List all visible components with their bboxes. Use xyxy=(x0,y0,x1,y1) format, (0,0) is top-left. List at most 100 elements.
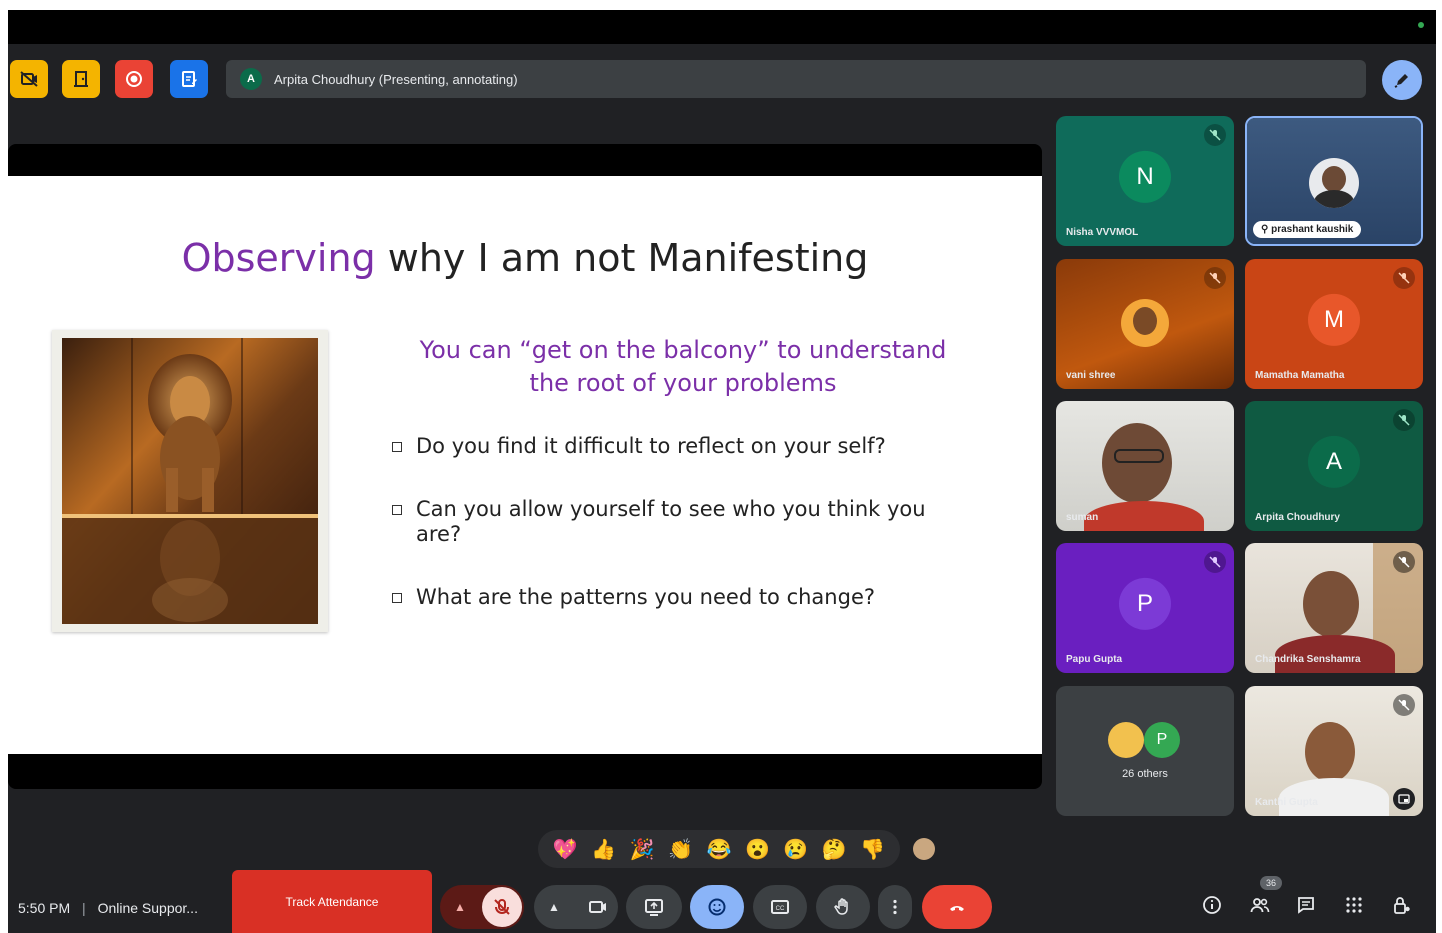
participant-photo xyxy=(1121,299,1169,347)
participant-avatar: P xyxy=(1119,577,1171,630)
checkbox-bullet-icon xyxy=(392,505,402,515)
participant-name: Arpita Choudhury xyxy=(1255,512,1340,523)
mic-toggle-button[interactable] xyxy=(482,887,522,927)
raise-hand-button[interactable] xyxy=(816,885,870,929)
presenter-bar[interactable]: A Arpita Choudhury (Presenting, annotati… xyxy=(226,60,1366,98)
slide-title-rest: why I am not Manifesting xyxy=(375,236,869,280)
host-controls-button[interactable] xyxy=(1389,892,1415,918)
other-avatar-initial: P xyxy=(1144,722,1180,758)
participant-face xyxy=(1102,423,1172,503)
pip-icon[interactable] xyxy=(1393,788,1415,810)
subtitle-line-1: You can “get on the balcony” to understa… xyxy=(419,336,947,364)
reaction-thumbs-down[interactable]: 👎 xyxy=(860,837,885,862)
presenter-text: Arpita Choudhury (Presenting, annotating… xyxy=(274,71,518,87)
mic-off-icon xyxy=(1204,124,1226,146)
participant-tile[interactable]: M Mamatha Mamatha xyxy=(1245,259,1423,389)
others-count: 26 others xyxy=(1122,768,1168,780)
chat-icon xyxy=(1298,897,1314,914)
reaction-surprise[interactable]: 😮 xyxy=(745,837,770,862)
track-attendance-button[interactable]: Track Attendance xyxy=(232,870,432,933)
meeting-title: Online Suppor... xyxy=(97,900,198,916)
clock-time: 5:50 PM xyxy=(18,900,71,916)
slide: Observing why I am not Manifesting You c… xyxy=(8,176,1042,754)
separator: | xyxy=(82,900,86,916)
participant-tile[interactable]: A Arpita Choudhury xyxy=(1245,401,1423,531)
end-call-icon xyxy=(950,906,964,911)
record-icon xyxy=(126,71,142,87)
skin-tone-button[interactable] xyxy=(913,838,935,860)
participant-name: Kanthi Gupta xyxy=(1255,797,1318,808)
mic-off-icon xyxy=(1393,694,1415,716)
chevron-up-icon[interactable]: ▲ xyxy=(548,900,560,914)
bullet-list: Do you find it difficult to reflect on y… xyxy=(392,434,952,610)
participant-tile[interactable]: P Papu Gupta xyxy=(1056,543,1234,673)
participant-name: Mamatha Mamatha xyxy=(1255,370,1345,381)
reactions-bar: 💖 👍 🎉 👏 😂 😮 😢 🤔 👎 xyxy=(538,830,900,868)
mic-off-icon xyxy=(1393,267,1415,289)
meeting-details-button[interactable] xyxy=(1199,892,1225,918)
no-video-button[interactable] xyxy=(10,60,48,98)
participant-name: vani shree xyxy=(1066,370,1116,381)
checkbox-bullet-icon xyxy=(392,442,402,452)
slide-title: Observing why I am not Manifesting xyxy=(8,236,1042,280)
record-button[interactable] xyxy=(115,60,153,98)
top-strip xyxy=(8,10,1436,44)
reaction-laugh[interactable]: 😂 xyxy=(707,837,732,862)
status-dot xyxy=(1418,22,1424,28)
reactions-button[interactable] xyxy=(690,885,744,929)
lion-image xyxy=(52,330,328,632)
participant-avatar: N xyxy=(1119,150,1171,203)
camera-toggle-button[interactable] xyxy=(588,897,608,917)
more-options-button[interactable] xyxy=(878,885,912,929)
reaction-heart[interactable]: 💖 xyxy=(553,837,578,862)
participant-tile[interactable]: Chandrika Senshamra xyxy=(1245,543,1423,673)
annotate-button[interactable] xyxy=(1382,60,1422,100)
reaction-thumbs-up[interactable]: 👍 xyxy=(591,837,616,862)
mic-off-icon xyxy=(1393,551,1415,573)
meeting-info: 5:50 PM | Online Suppor... xyxy=(18,900,198,916)
participant-tile[interactable]: suman xyxy=(1056,401,1234,531)
participant-avatar: A xyxy=(1308,435,1360,488)
chevron-up-icon[interactable]: ▲ xyxy=(454,900,466,914)
participant-face xyxy=(1303,571,1359,637)
notes-edit-icon xyxy=(182,71,197,87)
participant-avatar: M xyxy=(1308,293,1360,346)
meet-window: A Arpita Choudhury (Presenting, annotati… xyxy=(8,10,1436,933)
slide-subtitle: You can “get on the balcony” to understa… xyxy=(398,334,968,400)
mic-off-icon xyxy=(1204,267,1226,289)
hand-icon xyxy=(834,898,848,915)
participant-tile[interactable]: Kanthi Gupta xyxy=(1245,686,1423,816)
people-button[interactable] xyxy=(1247,892,1273,918)
reaction-party[interactable]: 🎉 xyxy=(630,837,655,862)
leave-call-button[interactable] xyxy=(922,885,992,929)
present-screen-icon xyxy=(645,899,663,916)
participant-tile[interactable]: ⚲ prashant kaushik xyxy=(1245,116,1423,246)
mic-off-icon xyxy=(1393,409,1415,431)
participant-photo xyxy=(1309,158,1359,208)
more-vert-icon xyxy=(893,899,897,915)
participant-name: Chandrika Senshamra xyxy=(1255,654,1361,665)
participant-name: Papu Gupta xyxy=(1066,654,1123,665)
lion-illustration xyxy=(62,338,318,624)
svg-text:CC: CC xyxy=(776,906,785,912)
others-tile[interactable]: P 26 others xyxy=(1056,686,1234,816)
reaction-clap[interactable]: 👏 xyxy=(668,837,693,862)
notes-button[interactable] xyxy=(170,60,208,98)
video-camera-icon xyxy=(589,901,606,913)
bullet-text: Can you allow yourself to see who you th… xyxy=(416,497,926,546)
participant-tile[interactable]: N Nisha VVVMOL xyxy=(1056,116,1234,246)
captions-button[interactable]: CC xyxy=(753,885,807,929)
present-button[interactable] xyxy=(626,885,682,929)
participant-name-pill: ⚲ prashant kaushik xyxy=(1253,221,1362,238)
chat-button[interactable] xyxy=(1293,892,1319,918)
participant-tile[interactable]: vani shree xyxy=(1056,259,1234,389)
bottom-bar: 5:50 PM | Online Suppor... Track Attenda… xyxy=(8,870,1436,933)
reaction-thinking[interactable]: 🤔 xyxy=(822,837,847,862)
camera-control-group: ▲ xyxy=(534,885,618,929)
exit-door-button[interactable] xyxy=(62,60,100,98)
reaction-sad[interactable]: 😢 xyxy=(783,837,808,862)
glasses-shape xyxy=(1114,449,1164,463)
participant-name: Nisha VVVMOL xyxy=(1066,227,1139,238)
activities-button[interactable] xyxy=(1341,892,1367,918)
apps-grid-icon xyxy=(1346,897,1362,913)
